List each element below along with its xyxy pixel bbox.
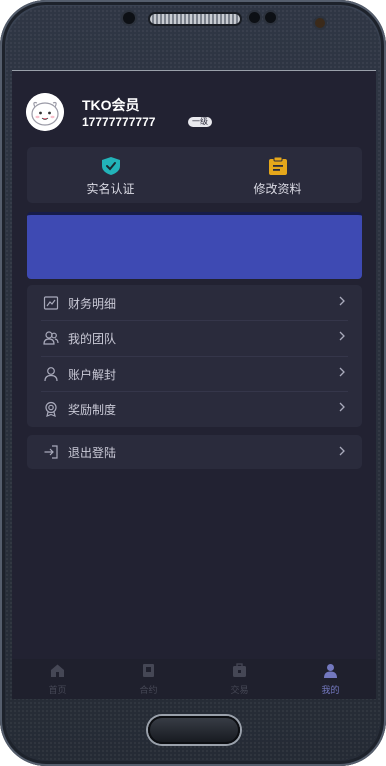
level-badge: 一级 [188, 117, 212, 127]
chevron-right-icon [339, 367, 345, 377]
menu-label: 我的团队 [68, 332, 117, 346]
tab-label: 我的 [321, 686, 340, 696]
quick-actions-card: 实名认证 修改资料 [27, 147, 362, 203]
user-icon [44, 367, 58, 382]
notification-led [315, 18, 325, 28]
contract-icon [143, 664, 154, 677]
edit-profile-button[interactable]: 修改资料 [194, 147, 361, 203]
tab-contract[interactable]: 合约 [103, 659, 194, 699]
edit-profile-label: 修改资料 [253, 182, 302, 196]
promo-banner[interactable] [27, 212, 362, 279]
phone-speaker [150, 14, 240, 24]
front-camera [123, 12, 135, 24]
home-icon [51, 664, 64, 677]
menu-item-account-unfreeze[interactable]: 账户解封 [27, 356, 362, 391]
bottom-tab-bar: 首页 合约 交易 我的 [12, 659, 376, 699]
verify-identity-label: 实名认证 [86, 182, 135, 196]
chevron-right-icon [339, 446, 345, 456]
chevron-right-icon [339, 296, 345, 306]
verify-identity-button[interactable]: 实名认证 [27, 147, 194, 203]
light-sensor [265, 12, 276, 23]
chevron-right-icon [339, 331, 345, 341]
logout-icon [44, 445, 58, 459]
menu-item-reward-system[interactable]: 奖励制度 [27, 391, 362, 426]
menu-label: 财务明细 [68, 297, 117, 311]
team-icon [43, 331, 59, 345]
mascot-avatar-icon [26, 93, 64, 131]
chart-icon [43, 296, 59, 310]
logout-label: 退出登陆 [68, 446, 117, 460]
menu-item-financial-details[interactable]: 财务明细 [27, 285, 362, 320]
trade-icon [233, 663, 246, 677]
username: TKO会员 [82, 97, 140, 113]
tab-home[interactable]: 首页 [12, 659, 103, 699]
phone-number: 17777777777 [82, 115, 156, 129]
edit-profile-clipboard-icon [269, 156, 287, 175]
menu-label: 奖励制度 [68, 403, 117, 417]
award-icon [45, 401, 57, 417]
app-screen: TKO会员 17777777777 一级 实名认证 修改资料 财务明细 我的团队… [12, 70, 376, 699]
menu-label: 账户解封 [68, 368, 117, 382]
tab-label: 首页 [48, 686, 67, 696]
avatar[interactable] [26, 93, 64, 131]
proximity-sensor [249, 12, 260, 23]
menu-card: 财务明细 我的团队 账户解封 奖励制度 [27, 285, 362, 427]
tab-label: 交易 [230, 686, 249, 696]
chevron-right-icon [339, 402, 345, 412]
menu-item-my-team[interactable]: 我的团队 [27, 320, 362, 355]
phone-frame: TKO会员 17777777777 一级 实名认证 修改资料 财务明细 我的团队… [0, 0, 386, 766]
verified-shield-icon [102, 157, 120, 175]
tab-label: 合约 [139, 686, 158, 696]
tab-mine[interactable]: 我的 [285, 659, 376, 699]
logout-button[interactable]: 退出登陆 [27, 435, 362, 469]
tab-trade[interactable]: 交易 [194, 659, 285, 699]
profile-header: TKO会员 17777777777 一级 [26, 93, 356, 133]
phone-home-button[interactable] [148, 716, 240, 744]
profile-icon [324, 664, 337, 678]
